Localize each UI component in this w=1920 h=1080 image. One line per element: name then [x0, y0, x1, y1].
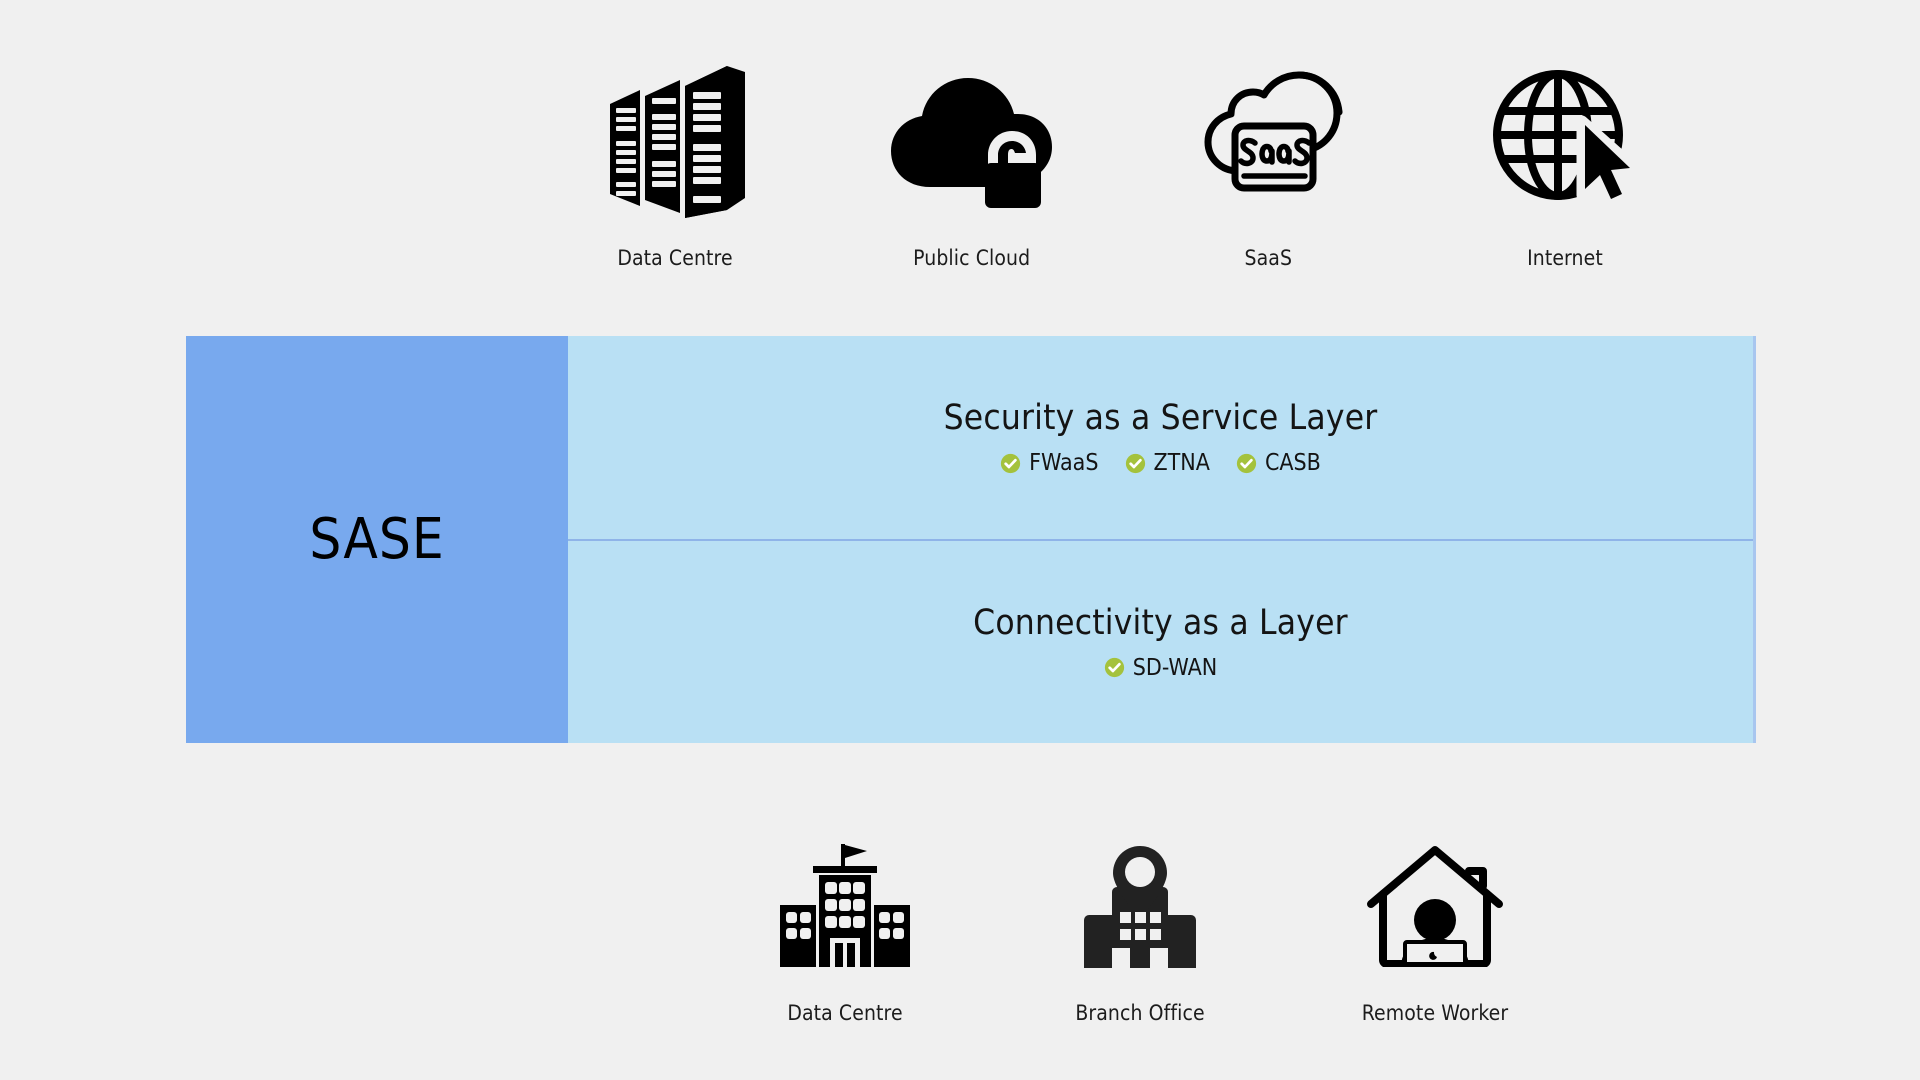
sase-band: SASE Security as a Service Layer FWaaS Z… — [186, 336, 1756, 743]
badge-label: CASB — [1264, 450, 1321, 477]
cloud-unlock-icon — [886, 48, 1058, 228]
check-circle-icon — [1104, 658, 1124, 678]
check-circle-icon — [1000, 453, 1021, 473]
badge-row-security: FWaaS ZTNA CASB — [1000, 450, 1321, 476]
layer-title: Security as a Service Layer — [943, 398, 1378, 439]
badge-sd-wan: SD-WAN — [1104, 655, 1217, 681]
badge-row-connectivity: SD-WAN — [1104, 655, 1217, 681]
node-branch-office: Branch Office — [1015, 829, 1265, 1025]
building-location-pin-icon — [1080, 829, 1200, 979]
node-public-cloud: Public Cloud — [857, 48, 1087, 270]
node-saas: SaaS — [1153, 48, 1383, 270]
office-building-flag-icon — [775, 829, 915, 979]
server-racks-icon — [600, 48, 750, 228]
node-label: Data Centre — [617, 246, 733, 270]
house-laptop-person-icon — [1365, 829, 1505, 979]
layer-security-as-a-service: Security as a Service Layer FWaaS ZTNA C… — [568, 336, 1753, 541]
layer-title: Connectivity as a Layer — [973, 602, 1348, 643]
node-label: Remote Worker — [1361, 1001, 1509, 1025]
saas-cloud-icon — [1193, 48, 1343, 228]
node-data-centre-top: Data Centre — [560, 48, 790, 270]
node-label: Public Cloud — [913, 246, 1031, 270]
node-internet: Internet — [1450, 48, 1680, 270]
top-destinations-row: Data Centre Public Cloud SaaS Internet — [560, 20, 1680, 270]
badge-ztna: ZTNA — [1125, 450, 1210, 476]
node-label: SaaS — [1244, 246, 1293, 270]
badge-fwaas: FWaaS — [1000, 450, 1099, 477]
layer-connectivity: Connectivity as a Layer SD-WAN — [568, 540, 1753, 743]
node-label: Data Centre — [787, 1001, 903, 1025]
sase-title: SASE — [309, 507, 445, 572]
node-label: Branch Office — [1075, 1001, 1205, 1025]
badge-casb: CASB — [1236, 450, 1321, 476]
sase-key-block: SASE — [186, 336, 568, 743]
globe-cursor-icon — [1490, 48, 1640, 228]
check-circle-icon — [1236, 453, 1257, 473]
sase-layers: Security as a Service Layer FWaaS ZTNA C… — [568, 336, 1756, 743]
node-remote-worker: Remote Worker — [1310, 829, 1560, 1025]
diagram-canvas: Data Centre Public Cloud SaaS Internet S… — [0, 0, 1920, 1080]
check-circle-icon — [1125, 453, 1145, 473]
bottom-sites-row: Data Centre Branch Office Remote Worker — [720, 775, 1560, 1025]
badge-label: ZTNA — [1153, 450, 1210, 477]
node-data-centre-bottom: Data Centre — [720, 829, 970, 1025]
badge-label: FWaaS — [1029, 450, 1099, 477]
badge-label: SD-WAN — [1132, 654, 1218, 681]
node-label: Internet — [1527, 246, 1603, 270]
